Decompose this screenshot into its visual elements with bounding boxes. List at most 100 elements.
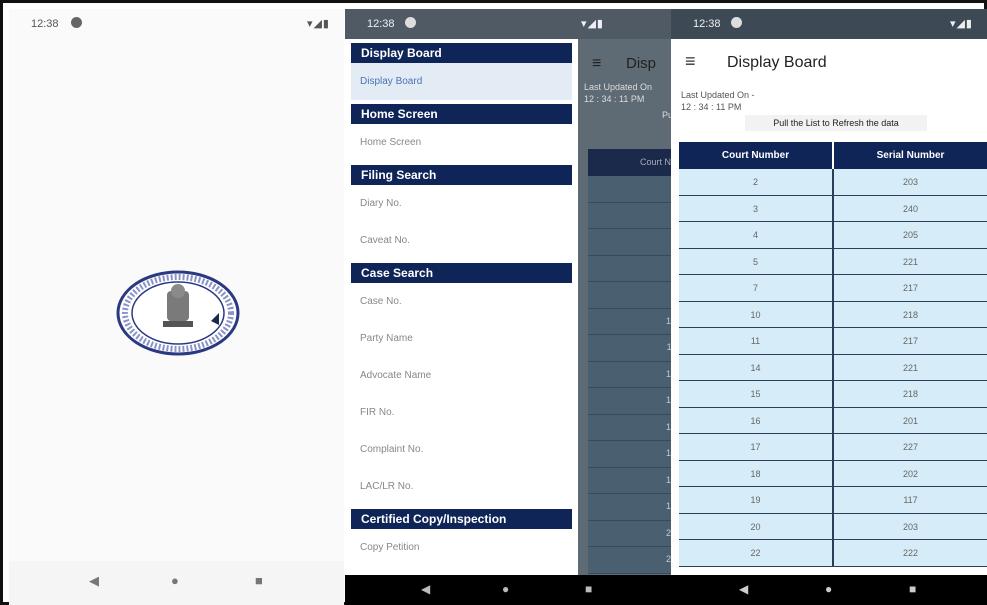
dimmed-table-cell: 18 [588, 467, 680, 494]
table-row: 22 222 [679, 540, 987, 567]
table-header: Court Number Serial Number [679, 142, 987, 169]
table-row: 7 217 [679, 275, 987, 302]
last-updated-label: Last Updated On - [681, 90, 755, 100]
drawer-menu-item[interactable]: Diary No. [345, 185, 578, 222]
last-updated: Last Updated On - 12 : 34 : 11 PM [681, 89, 755, 113]
system-nav-bar: ◀ ● ■ [345, 575, 680, 605]
drawer-menu-item[interactable]: Caveat No. [345, 222, 578, 259]
status-bar: 12:38 ▾◢▮ [345, 9, 680, 39]
serial-number-cell: 217 [902, 336, 919, 346]
pull-to-refresh-hint: Pull the List to Refresh the data [745, 115, 927, 131]
court-number-cell: 5 [679, 248, 834, 274]
system-nav-bar: ◀ ● ■ [671, 575, 987, 605]
table-row: 18 202 [679, 460, 987, 487]
display-board-table[interactable]: Court Number Serial Number 2 203 3 240 4 205 5… [679, 142, 987, 567]
column-header-court: Court Number [679, 142, 834, 169]
dimmed-table-cell: 17 [588, 441, 680, 468]
serial-number-cell: 203 [902, 521, 919, 532]
table-row: 15 218 [679, 381, 987, 408]
dimmed-table-cell: 16 [588, 414, 680, 441]
court-number-cell: 2 [679, 169, 834, 195]
signal-battery-icon: ▾◢▮ [580, 18, 604, 30]
signal-battery-icon: ▾◢▮ [306, 18, 330, 30]
drawer-section-header: Home Screen [351, 104, 572, 124]
court-number-cell: 7 [679, 275, 834, 301]
menu-icon[interactable]: ≡ [685, 51, 696, 72]
drawer-menu-item[interactable]: LAC/LR No. [345, 468, 578, 505]
table-row: 4 205 [679, 222, 987, 249]
table-row: 10 218 [679, 301, 987, 328]
dimmed-table-cell: 22 [588, 547, 680, 574]
serial-number-cell: 218 [902, 389, 919, 399]
court-number-cell: 22 [679, 540, 834, 566]
drawer-menu-item[interactable]: Advocate Name [345, 357, 578, 394]
status-time: 12:38 [693, 18, 721, 30]
dimmed-updated: Last Updated On 12 : 34 : 11 PM Pu [584, 82, 674, 120]
court-number-cell: 10 [679, 301, 834, 327]
last-updated-time: 12 : 34 : 11 PM [681, 102, 742, 112]
drawer-screen: 12:38 ▾◢▮ ≡ Disp Last Updated On 12 : 34… [345, 9, 680, 605]
home-button[interactable]: ● [171, 573, 179, 588]
menu-icon: ≡ [592, 55, 602, 72]
serial-number-cell: 240 [902, 203, 919, 214]
table-row: 20 203 [679, 513, 987, 540]
home-button[interactable]: ● [502, 582, 509, 596]
home-button[interactable]: ● [825, 582, 832, 596]
screenshot-frame: 12:38 ▾◢▮ ◀ ● ■ 12:38 ▾◢▮ ≡ Disp Last Up… [0, 0, 987, 605]
status-time: 12:38 [31, 18, 59, 30]
dimmed-content[interactable]: ≡ Disp Last Updated On 12 : 34 : 11 PM P… [578, 39, 680, 575]
back-button[interactable]: ◀ [421, 582, 430, 596]
signal-battery-icon: ▾◢▮ [949, 18, 973, 30]
court-number-cell: 16 [679, 407, 834, 433]
serial-number-cell: 222 [902, 548, 919, 558]
system-nav-bar: ◀ ● ■ [9, 561, 344, 605]
drawer-menu-item[interactable]: FIR No. [345, 394, 578, 431]
drawer-menu-item[interactable]: Complaint No. [345, 431, 578, 468]
dimmed-table-cell: 11 [588, 335, 680, 362]
serial-number-cell: 221 [902, 256, 919, 267]
table-row: 17 227 [679, 434, 987, 461]
drawer-menu-item[interactable]: Case No. [345, 283, 578, 320]
status-time: 12:38 [367, 18, 395, 30]
serial-number-cell: 117 [903, 495, 918, 505]
serial-number-cell: 202 [902, 468, 919, 479]
court-number-cell: 15 [679, 381, 834, 407]
high-court-emblem-logo [116, 270, 240, 356]
dimmed-table-cell: 20 [588, 520, 680, 547]
table-row: 3 240 [679, 195, 987, 222]
court-number-cell: 18 [679, 460, 834, 486]
serial-number-cell: 218 [902, 309, 919, 320]
dimmed-table-cell: 5 [588, 255, 680, 282]
drawer-menu-item[interactable]: Home Screen [345, 124, 578, 161]
recents-button[interactable]: ■ [909, 582, 916, 596]
notification-icon [71, 17, 82, 28]
serial-number-cell: 201 [902, 415, 919, 426]
court-number-cell: 20 [679, 513, 834, 539]
dimmed-table-header: Court No [588, 149, 680, 176]
drawer-section-header: Case Search [351, 263, 572, 283]
drawer-menu-item[interactable]: Party Name [345, 320, 578, 357]
court-number-cell: 3 [679, 195, 834, 221]
table-row: 16 201 [679, 407, 987, 434]
dimmed-table-cell: 4 [588, 229, 680, 256]
drawer-menu-item[interactable]: Display Board [351, 63, 572, 100]
court-number-cell: 11 [679, 328, 834, 354]
table-row: 19 117 [679, 487, 987, 514]
column-header-serial: Serial Number [876, 150, 945, 161]
app-bar: ≡ Display Board [671, 39, 987, 87]
back-button[interactable]: ◀ [739, 582, 748, 596]
recents-button[interactable]: ■ [255, 573, 263, 588]
status-bar: 12:38 ▾◢▮ [671, 9, 987, 39]
back-button[interactable]: ◀ [89, 573, 99, 589]
drawer-menu-item[interactable]: Copy Petition [345, 529, 578, 566]
table-row: 11 217 [679, 328, 987, 355]
notification-icon [731, 17, 742, 28]
recents-button[interactable]: ■ [585, 582, 592, 596]
dimmed-table-cell: 14 [588, 361, 680, 388]
splash-screen: 12:38 ▾◢▮ ◀ ● ■ [9, 9, 344, 605]
serial-number-cell: 203 [902, 177, 919, 187]
serial-number-cell: 221 [902, 362, 919, 373]
dimmed-table: Court No 2345710111415161718192022 [588, 149, 680, 574]
notification-icon [405, 17, 416, 28]
court-number-cell: 19 [679, 487, 834, 513]
